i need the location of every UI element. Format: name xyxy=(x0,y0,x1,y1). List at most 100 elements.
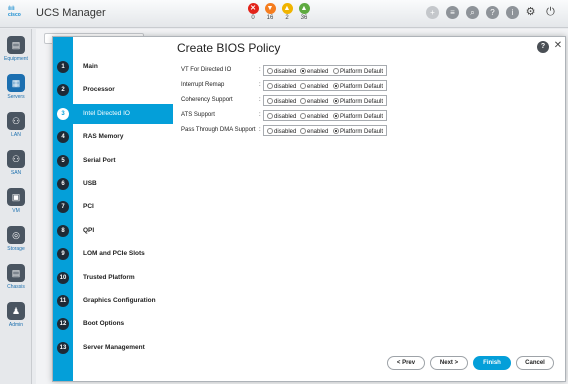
step-number: 4 xyxy=(57,131,69,144)
radio-option-label: enabled xyxy=(307,84,329,90)
radio-button[interactable] xyxy=(267,83,273,89)
radio-button[interactable] xyxy=(300,83,306,89)
radio-option-disabled[interactable]: disabled xyxy=(267,83,296,90)
radio-option-enabled[interactable]: enabled xyxy=(300,68,328,75)
wizard-step-9[interactable]: 9 LOM and PCIe Slots xyxy=(53,244,173,264)
setting-radio-group: disabled enabled Platform Default xyxy=(263,125,387,136)
radio-button[interactable] xyxy=(300,128,306,134)
wizard-step-12[interactable]: 12 Boot Options xyxy=(53,314,173,334)
cancel-button[interactable]: Cancel xyxy=(516,356,554,370)
nav-item-label: SAN xyxy=(10,170,22,176)
radio-option-label: disabled xyxy=(274,69,297,75)
help-icon[interactable]: ? xyxy=(486,6,499,19)
radio-option-platform-default[interactable]: Platform Default xyxy=(333,128,383,135)
step-number: 10 xyxy=(57,271,69,284)
radio-button[interactable] xyxy=(333,113,339,119)
wizard-step-10[interactable]: 10 Trusted Platform xyxy=(53,268,173,288)
step-label: Graphics Configuration xyxy=(83,297,156,304)
gear-icon[interactable]: ⚙ xyxy=(524,6,537,19)
wizard-step-11[interactable]: 11 Graphics Configuration xyxy=(53,291,173,311)
cisco-logo: ılıılı cisco xyxy=(8,6,30,20)
nav-item-admin[interactable]: ♟ Admin xyxy=(0,299,32,337)
fault-count: 0 xyxy=(251,15,255,21)
step-number: 5 xyxy=(57,154,69,167)
fault-indicator[interactable]: ▲ 36 xyxy=(297,3,311,21)
radio-option-disabled[interactable]: disabled xyxy=(267,98,296,105)
wizard-step-8[interactable]: 8 QPI xyxy=(53,221,173,241)
nav-item-label: Servers xyxy=(7,94,25,100)
wizard-step-4[interactable]: 4 RAS Memory xyxy=(53,127,173,147)
step-label: Main xyxy=(83,63,98,70)
setting-colon: : xyxy=(259,82,261,88)
wizard-step-2[interactable]: 2 Processor xyxy=(53,80,173,100)
nav-item-equipment[interactable]: ▤ Equipment xyxy=(0,33,32,71)
step-label: Intel Directed IO xyxy=(83,109,130,117)
wizard-step-5[interactable]: 5 Serial Port xyxy=(53,151,173,171)
radio-option-label: Platform Default xyxy=(340,69,384,75)
radio-option-platform-default[interactable]: Platform Default xyxy=(333,68,383,75)
setting-colon: : xyxy=(259,67,261,73)
wizard-step-6[interactable]: 6 USB xyxy=(53,174,173,194)
info-icon[interactable]: i xyxy=(506,6,519,19)
radio-button[interactable] xyxy=(333,68,339,74)
radio-button[interactable] xyxy=(300,68,306,74)
wizard-step-7[interactable]: 7 PCI xyxy=(53,197,173,217)
step-label: QPI xyxy=(83,226,95,234)
radio-option-enabled[interactable]: enabled xyxy=(300,113,328,120)
fault-indicator[interactable]: ▼ 16 xyxy=(263,3,277,21)
radio-option-platform-default[interactable]: Platform Default xyxy=(333,98,383,105)
nav-item-chassis[interactable]: ▤ Chassis xyxy=(0,261,32,299)
radio-option-disabled[interactable]: disabled xyxy=(267,128,296,135)
step-number: 9 xyxy=(57,248,69,261)
radio-option-enabled[interactable]: enabled xyxy=(300,128,328,135)
radio-button[interactable] xyxy=(333,128,339,134)
major-fault-icon: ▼ xyxy=(264,3,276,14)
help-icon[interactable]: ? xyxy=(537,41,549,53)
nav-item-servers[interactable]: ▦ Servers xyxy=(0,71,32,109)
step-label: Boot Options xyxy=(83,320,125,328)
radio-option-enabled[interactable]: enabled xyxy=(300,98,328,105)
step-label: Processor xyxy=(83,86,115,94)
prev-button[interactable]: < Prev xyxy=(387,356,425,370)
wizard-step-3[interactable]: 3 Intel Directed IO xyxy=(53,103,173,124)
nav-item-vm[interactable]: ▣ VM xyxy=(0,185,32,223)
vm-icon: ▣ xyxy=(7,188,25,206)
nav-item-lan[interactable]: ⚇ LAN xyxy=(0,109,32,147)
nav-item-label: Storage xyxy=(7,246,25,252)
setting-name: VT For Directed IO xyxy=(181,67,232,73)
fault-indicator[interactable]: ✕ 0 xyxy=(246,3,260,21)
power-icon[interactable]: ⏻ xyxy=(544,6,557,19)
radio-button[interactable] xyxy=(300,113,306,119)
add-icon[interactable]: + xyxy=(426,6,439,19)
step-number: 6 xyxy=(57,178,69,190)
radio-button[interactable] xyxy=(333,83,339,89)
radio-option-platform-default[interactable]: Platform Default xyxy=(333,113,383,120)
fault-indicator[interactable]: ▲ 2 xyxy=(280,3,294,21)
radio-option-enabled[interactable]: enabled xyxy=(300,83,328,90)
top-header: ılıılı cisco UCS Manager ✕ 0 ▼ 16 ▲ 2 ▲ 36 + ≡ ⌕?… xyxy=(0,0,568,28)
close-icon[interactable]: ✕ xyxy=(552,40,564,52)
radio-option-platform-default[interactable]: Platform Default xyxy=(333,83,383,90)
radio-button[interactable] xyxy=(267,98,273,104)
step-label: Trusted Platform xyxy=(83,273,135,281)
radio-button[interactable] xyxy=(267,128,273,134)
finish-button[interactable]: Finish xyxy=(473,356,511,370)
setting-colon: : xyxy=(259,97,261,103)
nav-item-san[interactable]: ⚇ SAN xyxy=(0,147,32,185)
wizard-step-1[interactable]: 1 Main xyxy=(53,57,173,77)
warning-fault-icon: ▲ xyxy=(298,3,310,14)
step-number: 7 xyxy=(57,201,69,214)
radio-button[interactable] xyxy=(267,68,273,74)
radio-option-disabled[interactable]: disabled xyxy=(267,68,296,75)
search-icon[interactable]: ⌕ xyxy=(466,6,479,19)
radio-option-label: enabled xyxy=(307,114,329,120)
wizard-step-13[interactable]: 13 Server Management xyxy=(53,338,173,358)
setting-name: Coherency Support xyxy=(181,97,233,103)
list-icon[interactable]: ≡ xyxy=(446,6,459,19)
radio-button[interactable] xyxy=(267,113,273,119)
radio-option-disabled[interactable]: disabled xyxy=(267,113,296,120)
nav-item-storage[interactable]: ◎ Storage xyxy=(0,223,32,261)
radio-button[interactable] xyxy=(333,98,339,104)
next-button[interactable]: Next > xyxy=(430,356,468,370)
radio-button[interactable] xyxy=(300,98,306,104)
